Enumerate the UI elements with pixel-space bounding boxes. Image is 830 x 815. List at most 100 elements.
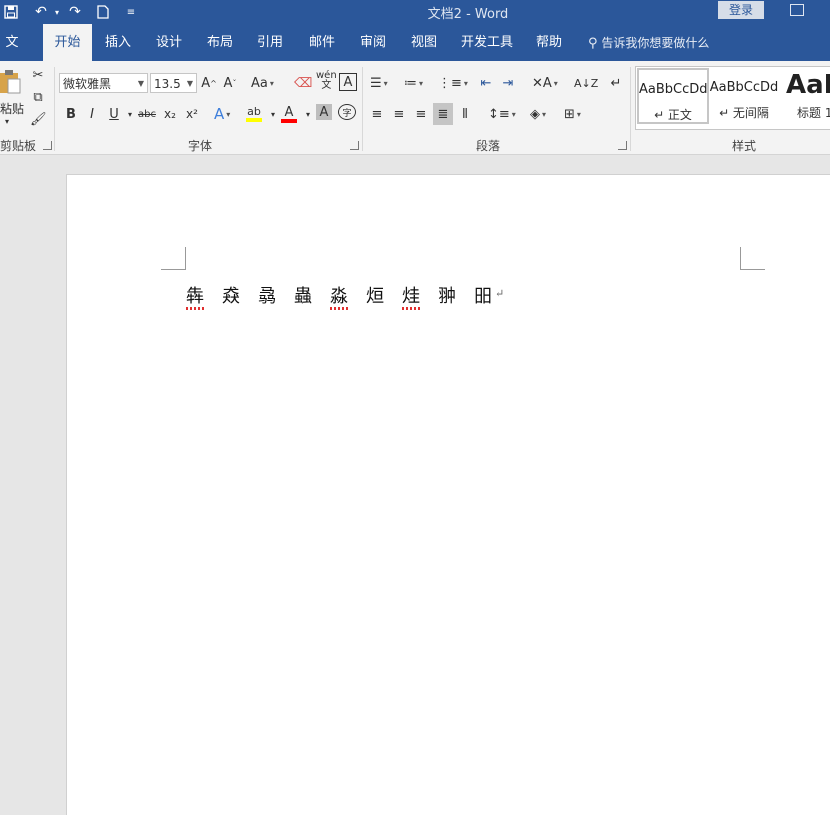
chinese-layout-icon[interactable]: ✕A ▾: [532, 73, 558, 93]
phonetic-guide-button[interactable]: wén 文: [316, 71, 337, 91]
tab-home[interactable]: 开始: [43, 24, 92, 61]
grow-font-icon[interactable]: A ^: [201, 73, 217, 93]
tab-help[interactable]: 帮助: [531, 24, 567, 61]
increase-indent-icon[interactable]: ⇥: [500, 73, 516, 93]
chevron-down-icon: ▼: [186, 79, 193, 88]
tell-me-search[interactable]: ⚲ 告诉我你想要做什么: [588, 24, 709, 61]
margin-corner-top-right: [740, 247, 765, 270]
search-icon: ⚲: [588, 36, 598, 51]
font-size-value: 13.5: [154, 77, 181, 91]
tab-developer[interactable]: 开发工具: [458, 24, 516, 61]
document-character: 昍: [474, 286, 492, 307]
multilevel-list-icon[interactable]: ⋮≡ ▾: [438, 73, 468, 93]
tab-view[interactable]: 视图: [406, 24, 442, 61]
align-left-icon[interactable]: ≡: [369, 104, 385, 124]
document-character: 翀: [438, 286, 456, 307]
document-title: 文档2 - Word: [427, 7, 509, 22]
paragraph-launcher-icon[interactable]: [618, 141, 627, 150]
shading-icon[interactable]: ◈ ▾: [530, 104, 546, 124]
document-character: 蟲: [294, 286, 312, 307]
group-divider: [630, 67, 631, 151]
tab-insert[interactable]: 插入: [100, 24, 136, 61]
decrease-indent-icon[interactable]: ⇤: [478, 73, 494, 93]
italic-button[interactable]: I: [84, 104, 100, 124]
ribbon-display-options-icon[interactable]: [790, 4, 804, 16]
group-divider: [362, 67, 363, 151]
font-size-combo[interactable]: 13.5 ▼: [150, 73, 197, 93]
bullets-icon[interactable]: ☰ ▾: [370, 73, 388, 93]
underline-dropdown-icon[interactable]: ▾: [122, 104, 138, 124]
shrink-font-icon[interactable]: Aˇ: [222, 73, 238, 93]
paste-label[interactable]: 粘贴: [0, 100, 24, 117]
align-center-icon[interactable]: ≡: [391, 104, 407, 124]
style-name: ↵ 无间隔: [719, 106, 769, 120]
style-heading-1[interactable]: AaB 标题 1: [782, 68, 830, 124]
font-name-combo[interactable]: 微软雅黑 ▼: [59, 73, 148, 93]
borders-icon[interactable]: ⊞ ▾: [564, 104, 581, 124]
font-color-icon[interactable]: A: [281, 104, 297, 124]
cut-icon[interactable]: ✂: [30, 65, 46, 85]
document-character: 骉: [258, 286, 276, 307]
bold-button[interactable]: B: [63, 104, 79, 124]
justify-icon[interactable]: ≣: [433, 103, 453, 125]
change-case-label: Aa: [251, 75, 268, 91]
tab-review[interactable]: 审阅: [355, 24, 391, 61]
enclose-characters-icon[interactable]: 字: [338, 104, 356, 120]
align-right-icon[interactable]: ≡: [413, 104, 429, 124]
ribbon-home: 粘贴 ▾ ✂ ⧉ 🖌 剪贴板 微软雅黑 ▼ 13.5 ▼ A ^ Aˇ Aa ▾ ⌫…: [0, 61, 830, 155]
tab-mailings[interactable]: 邮件: [304, 24, 340, 61]
highlight-dropdown-icon[interactable]: ▾: [265, 104, 281, 124]
tab-design[interactable]: 设计: [151, 24, 187, 61]
document-character: 猋: [222, 286, 240, 307]
style-sample: AaB: [786, 70, 830, 100]
clear-formatting-icon[interactable]: ⌫: [294, 73, 312, 93]
numbering-icon[interactable]: ≔ ▾: [404, 73, 423, 93]
margin-corner-top-left: [161, 247, 186, 270]
tab-file[interactable]: 文件: [0, 24, 24, 88]
sort-icon[interactable]: A↓Z: [574, 73, 598, 93]
tab-layout[interactable]: 布局: [202, 24, 238, 61]
document-paragraph[interactable]: 犇 猋 骉 蟲 淼 烜 烓 翀 昍 ↵: [186, 282, 504, 310]
tell-me-text: 告诉我你想要做什么: [601, 36, 710, 50]
distributed-icon[interactable]: ⦀: [457, 104, 473, 124]
title-bar: ↶ ▾ ↷ ≡ 文档2 - Word 登录: [0, 0, 830, 24]
text-effects-icon[interactable]: A ▾: [214, 104, 230, 124]
style-sample: AaBbCcDd: [639, 82, 707, 97]
line-spacing-icon[interactable]: ↕≡ ▾: [488, 104, 516, 124]
format-painter-icon[interactable]: 🖌: [30, 109, 47, 129]
font-launcher-icon[interactable]: [350, 141, 359, 150]
ribbon-tab-bar: 文件 开始 插入 设计 布局 引用 邮件 审阅 视图 开发工具 帮助 ⚲ 告诉我…: [0, 24, 830, 88]
style-name: 标题 1: [797, 106, 830, 120]
document-canvas[interactable]: 犇 猋 骉 蟲 淼 烜 烓 翀 昍 ↵: [0, 155, 830, 815]
style-normal[interactable]: AaBbCcDd ↵ 正文: [637, 68, 709, 124]
highlight-color-icon[interactable]: ab: [246, 104, 262, 124]
paste-icon[interactable]: [0, 69, 22, 95]
tab-references[interactable]: 引用: [252, 24, 288, 61]
font-name-value: 微软雅黑: [63, 77, 112, 91]
superscript-button[interactable]: x²: [184, 104, 200, 124]
document-character: 烓: [402, 282, 438, 310]
clipboard-group-label: 剪贴板: [0, 139, 37, 153]
document-page[interactable]: 犇 猋 骉 蟲 淼 烜 烓 翀 昍 ↵: [66, 174, 830, 815]
style-sample: AaBbCcDd: [709, 80, 779, 95]
paragraph-group-label: 段落: [476, 139, 501, 153]
font-group-label: 字体: [188, 139, 213, 153]
document-character: 淼: [330, 282, 366, 310]
show-hide-marks-icon[interactable]: ↵: [608, 73, 624, 93]
clipboard-launcher-icon[interactable]: [43, 141, 52, 150]
font-color-dropdown-icon[interactable]: ▾: [300, 104, 316, 124]
change-case-button[interactable]: Aa ▾: [251, 73, 274, 93]
underline-button[interactable]: U: [106, 104, 122, 124]
document-character: 犇: [186, 282, 222, 310]
login-button[interactable]: 登录: [718, 1, 764, 19]
character-shading-icon[interactable]: A: [316, 104, 332, 120]
paste-dropdown-icon[interactable]: ▾: [5, 117, 9, 126]
copy-icon[interactable]: ⧉: [30, 87, 46, 107]
styles-group-label: 样式: [732, 139, 757, 153]
chevron-down-icon: ▼: [137, 79, 144, 88]
group-divider: [54, 67, 55, 151]
style-no-spacing[interactable]: AaBbCcDd ↵ 无间隔: [709, 68, 779, 124]
subscript-button[interactable]: x₂: [162, 104, 178, 124]
strikethrough-button[interactable]: abc: [138, 104, 156, 124]
character-border-icon[interactable]: A: [339, 73, 357, 91]
